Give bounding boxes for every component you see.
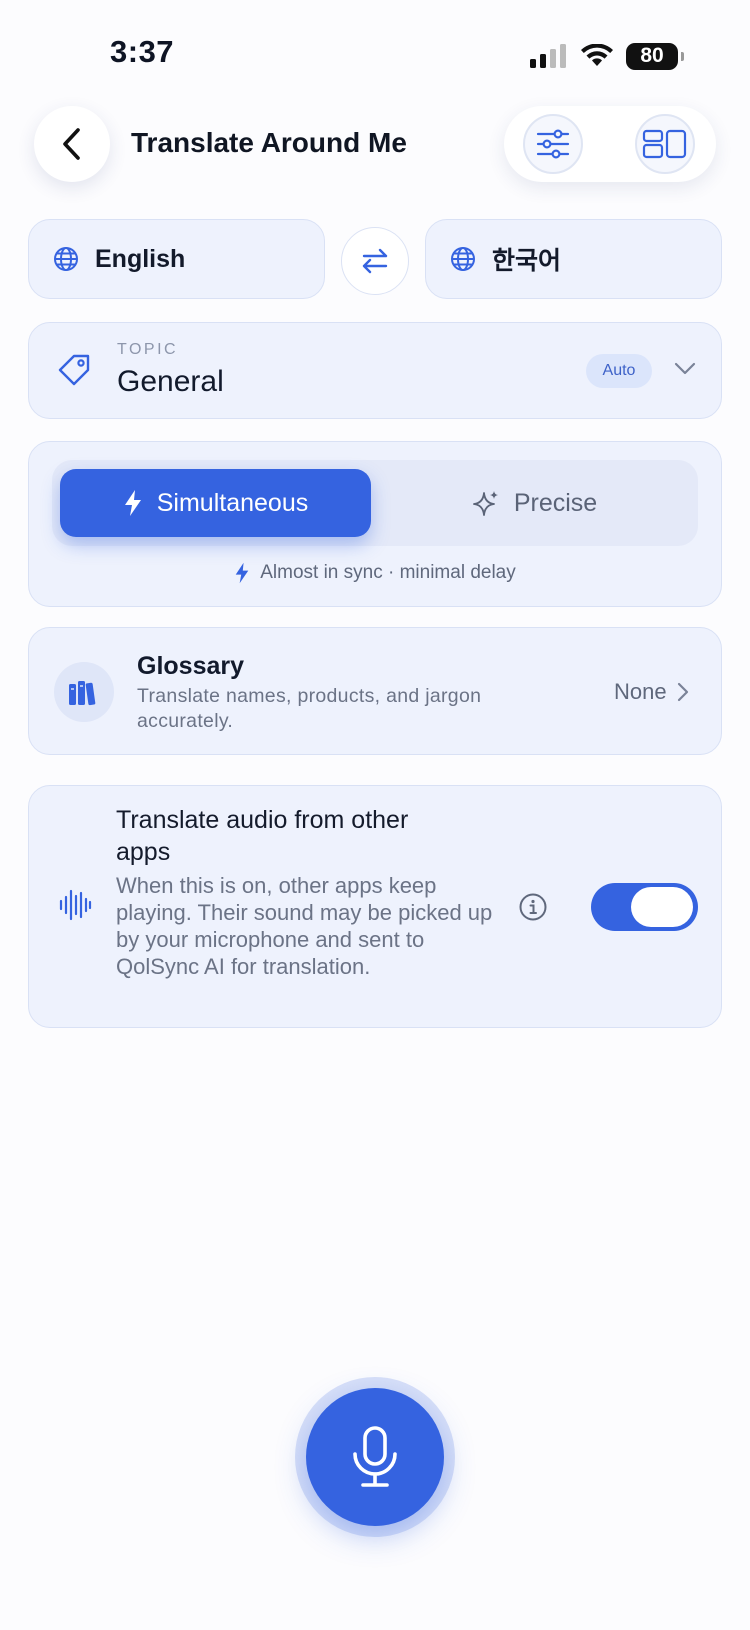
audio-title: Translate audio from other apps: [116, 806, 409, 866]
books-icon: [69, 681, 96, 706]
auto-badge: Auto: [586, 354, 652, 388]
target-language-label: 한국어: [492, 247, 562, 275]
layout-panels-icon: [642, 129, 687, 159]
status-time: 3:37: [110, 34, 175, 69]
sliders-icon: [536, 129, 570, 159]
audio-toggle[interactable]: [591, 883, 698, 931]
glossary-title: Glossary: [137, 652, 245, 680]
tag-icon: [58, 354, 90, 386]
glossary-icon-badge: [54, 662, 114, 722]
globe-icon: [54, 247, 78, 271]
lightning-icon: [235, 562, 249, 584]
sparkle-icon: [472, 491, 498, 516]
header-actions: [504, 106, 716, 182]
glossary-value-label: None: [614, 679, 667, 704]
microphone-icon: [353, 1426, 397, 1487]
mode-simultaneous-label: Simultaneous: [156, 488, 309, 517]
glossary-value: None: [614, 679, 689, 705]
info-icon[interactable]: [518, 892, 548, 922]
battery-level: 80: [640, 44, 664, 67]
toggle-knob: [631, 887, 693, 927]
swap-languages-button[interactable]: [341, 227, 409, 295]
globe-icon: [451, 247, 475, 271]
chevron-left-icon: [63, 128, 80, 160]
chevron-down-icon: [674, 362, 696, 375]
mode-hint: Almost in sync · minimal delay: [28, 562, 722, 584]
glossary-description: Translate names, products, and jargon ac…: [137, 685, 482, 732]
mode-simultaneous-button[interactable]: Simultaneous: [60, 469, 371, 537]
settings-button[interactable]: [523, 114, 583, 174]
mode-hint-text: Almost in sync · minimal delay: [260, 562, 516, 583]
lightning-icon: [124, 490, 141, 516]
wifi-icon: [581, 44, 613, 66]
audio-waveform-icon: [59, 889, 92, 921]
mode-precise-label: Precise: [513, 488, 598, 517]
target-language-selector[interactable]: 한국어: [425, 219, 722, 299]
audio-description: When this is on, other apps keep playing…: [116, 873, 493, 979]
layout-button[interactable]: [635, 114, 695, 174]
chevron-right-icon: [677, 682, 688, 702]
topic-caption: TOPIC: [117, 341, 179, 358]
page-title: Translate Around Me: [131, 127, 407, 158]
topic-value: General: [117, 365, 224, 398]
source-language-selector[interactable]: English: [28, 219, 325, 299]
cellular-signal-icon: [530, 44, 566, 68]
status-icons: 80: [530, 38, 684, 74]
source-language-label: English: [95, 244, 186, 273]
battery-indicator: 80: [626, 42, 684, 70]
swap-arrows-icon: [362, 248, 388, 274]
mode-precise-button[interactable]: Precise: [371, 469, 698, 537]
microphone-button[interactable]: [306, 1388, 444, 1526]
back-button[interactable]: [34, 106, 110, 182]
